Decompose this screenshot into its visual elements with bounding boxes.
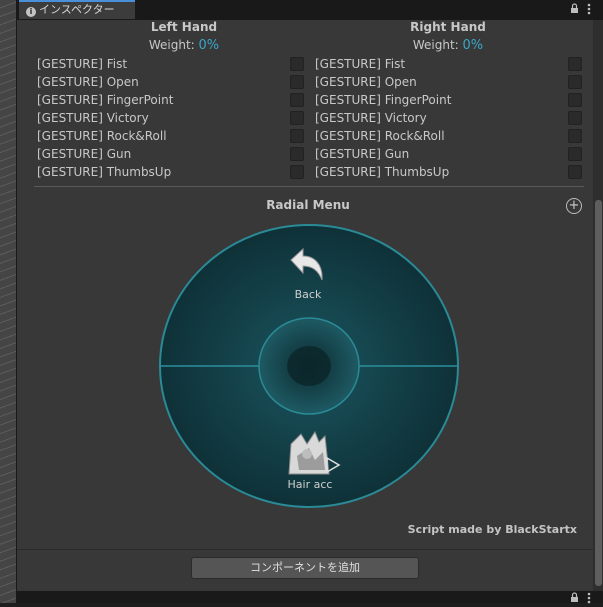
add-component-button[interactable]: コンポーネントを追加 <box>191 557 419 579</box>
tab-bar: i インスペクター <box>17 0 603 20</box>
credit-text: Script made by BlackStartx <box>407 523 577 536</box>
right-rockandroll-checkbox[interactable] <box>568 129 582 143</box>
left-gun-checkbox[interactable] <box>290 147 304 161</box>
hair-acc-item-label[interactable]: Hair acc <box>275 478 345 491</box>
right-gesture-thumbsup: [GESTURE] ThumbsUp <box>315 165 450 179</box>
right-thumbsup-checkbox[interactable] <box>568 165 582 179</box>
scrollbar-thumb[interactable] <box>595 200 602 586</box>
back-item-label[interactable]: Back <box>275 288 341 301</box>
right-weight-label: Weight: <box>412 38 459 52</box>
right-gesture-fingerpoint: [GESTURE] FingerPoint <box>315 93 452 107</box>
lock-icon[interactable] <box>570 592 579 606</box>
right-fingerpoint-checkbox[interactable] <box>568 93 582 107</box>
right-gesture-rockandroll: [GESTURE] Rock&Roll <box>315 129 445 143</box>
scrollbar[interactable] <box>593 20 603 591</box>
radial-menu-title: Radial Menu <box>266 198 350 212</box>
left-gesture-gun: [GESTURE] Gun <box>37 147 132 161</box>
add-circle-icon[interactable]: + <box>566 198 582 214</box>
right-fist-checkbox[interactable] <box>568 57 582 71</box>
right-hand-weight: Weight: 0% <box>348 38 548 53</box>
left-weight-value: 0% <box>198 38 220 53</box>
left-open-checkbox[interactable] <box>290 75 304 89</box>
left-gesture-fingerpoint: [GESTURE] FingerPoint <box>37 93 174 107</box>
bottom-tab-bar <box>17 591 603 606</box>
right-open-checkbox[interactable] <box>568 75 582 89</box>
info-icon: i <box>26 7 36 17</box>
left-hand-weight: Weight: 0% <box>84 38 284 53</box>
left-hand-title: Left Hand <box>150 20 218 34</box>
left-victory-checkbox[interactable] <box>290 111 304 125</box>
left-gesture-fist: [GESTURE] Fist <box>37 57 128 71</box>
inspector-panel: Left Hand Weight: 0% [GESTURE] Fist [GES… <box>17 20 603 591</box>
left-fist-checkbox[interactable] <box>290 57 304 71</box>
right-gun-checkbox[interactable] <box>568 147 582 161</box>
menu-icon[interactable] <box>587 3 591 18</box>
left-gesture-rockandroll: [GESTURE] Rock&Roll <box>37 129 167 143</box>
left-rockandroll-checkbox[interactable] <box>290 129 304 143</box>
left-fingerpoint-checkbox[interactable] <box>290 93 304 107</box>
hair-acc-icon[interactable] <box>285 430 341 478</box>
left-gesture-open: [GESTURE] Open <box>37 75 139 89</box>
right-weight-value: 0% <box>462 38 484 53</box>
lock-icon[interactable] <box>570 3 579 17</box>
left-thumbsup-checkbox[interactable] <box>290 165 304 179</box>
tab-inspector[interactable]: i インスペクター <box>19 0 135 19</box>
right-hand-title: Right Hand <box>410 20 486 34</box>
scene-view-edge <box>0 0 17 603</box>
bottom-separator <box>17 549 593 550</box>
back-arrow-icon[interactable] <box>287 246 327 286</box>
right-gesture-fist: [GESTURE] Fist <box>315 57 406 71</box>
left-gesture-victory: [GESTURE] Victory <box>37 111 149 125</box>
right-gesture-victory: [GESTURE] Victory <box>315 111 427 125</box>
right-gesture-gun: [GESTURE] Gun <box>315 147 410 161</box>
radial-wheel-core <box>287 346 331 386</box>
menu-icon[interactable] <box>587 592 591 607</box>
tab-inspector-label: インスペクター <box>39 3 115 16</box>
left-gesture-thumbsup: [GESTURE] ThumbsUp <box>37 165 172 179</box>
right-gesture-open: [GESTURE] Open <box>315 75 417 89</box>
right-victory-checkbox[interactable] <box>568 111 582 125</box>
left-weight-label: Weight: <box>148 38 195 52</box>
section-divider <box>34 186 584 187</box>
